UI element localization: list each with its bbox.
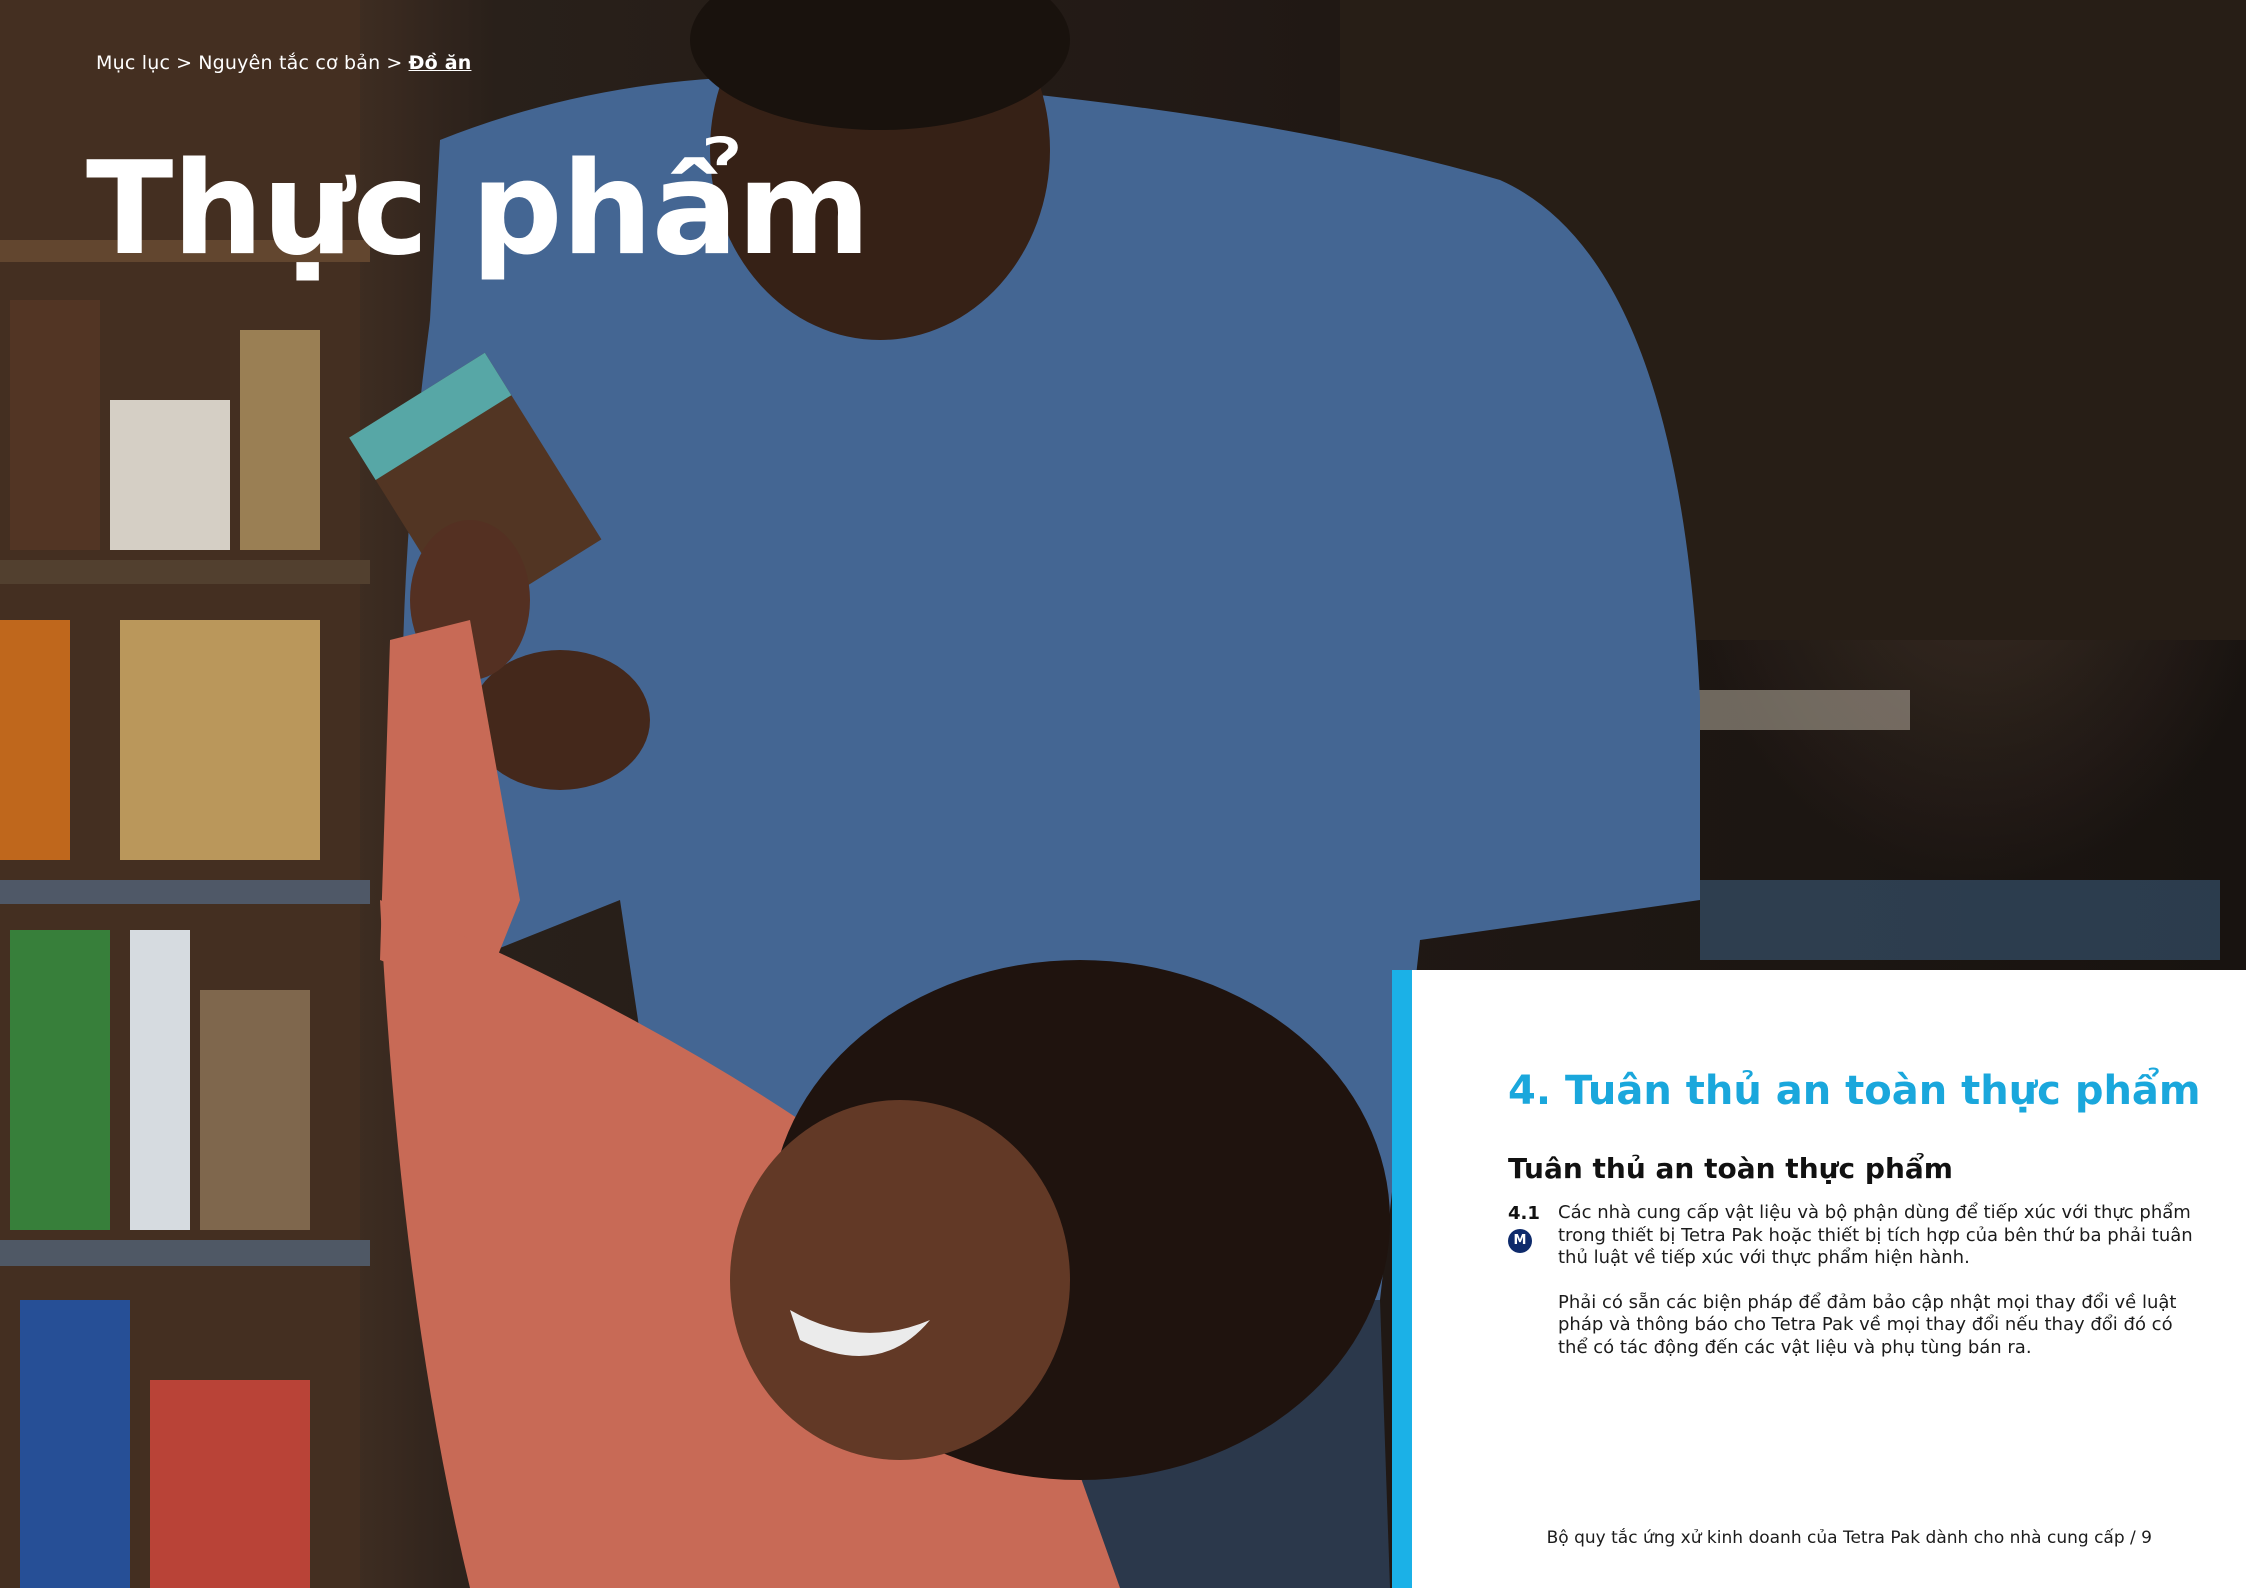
breadcrumb-separator: > xyxy=(176,52,193,74)
content-panel: 4. Tuân thủ an toàn thực phẩm Tuân thủ a… xyxy=(1392,970,2246,1588)
breadcrumb-item-table-of-contents[interactable]: Mục lục xyxy=(96,52,170,74)
mandatory-badge-icon: M xyxy=(1508,1229,1532,1253)
page-footer: Bộ quy tắc ứng xử kinh doanh của Tetra P… xyxy=(1546,1528,2152,1548)
breadcrumb-separator: > xyxy=(386,52,403,74)
clause-paragraph: Các nhà cung cấp vật liệu và bộ phận dùn… xyxy=(1558,1202,2193,1268)
breadcrumb: Mục lục > Nguyên tắc cơ bản > Đồ ăn xyxy=(96,52,471,74)
breadcrumb-item-current[interactable]: Đồ ăn xyxy=(409,52,472,74)
breadcrumb-item-basic-principles[interactable]: Nguyên tắc cơ bản xyxy=(198,52,380,74)
section-heading: 4. Tuân thủ an toàn thực phẩm xyxy=(1508,1068,2201,1114)
clause-number: 4.1 xyxy=(1508,1203,1540,1224)
clause-body: Các nhà cung cấp vật liệu và bộ phận dùn… xyxy=(1558,1202,2198,1381)
page-title: Thực phẩm xyxy=(86,135,870,284)
sub-heading: Tuân thủ an toàn thực phẩm xyxy=(1508,1152,1953,1185)
clause-paragraph: Phải có sẵn các biện pháp để đảm bảo cập… xyxy=(1558,1291,2177,1358)
